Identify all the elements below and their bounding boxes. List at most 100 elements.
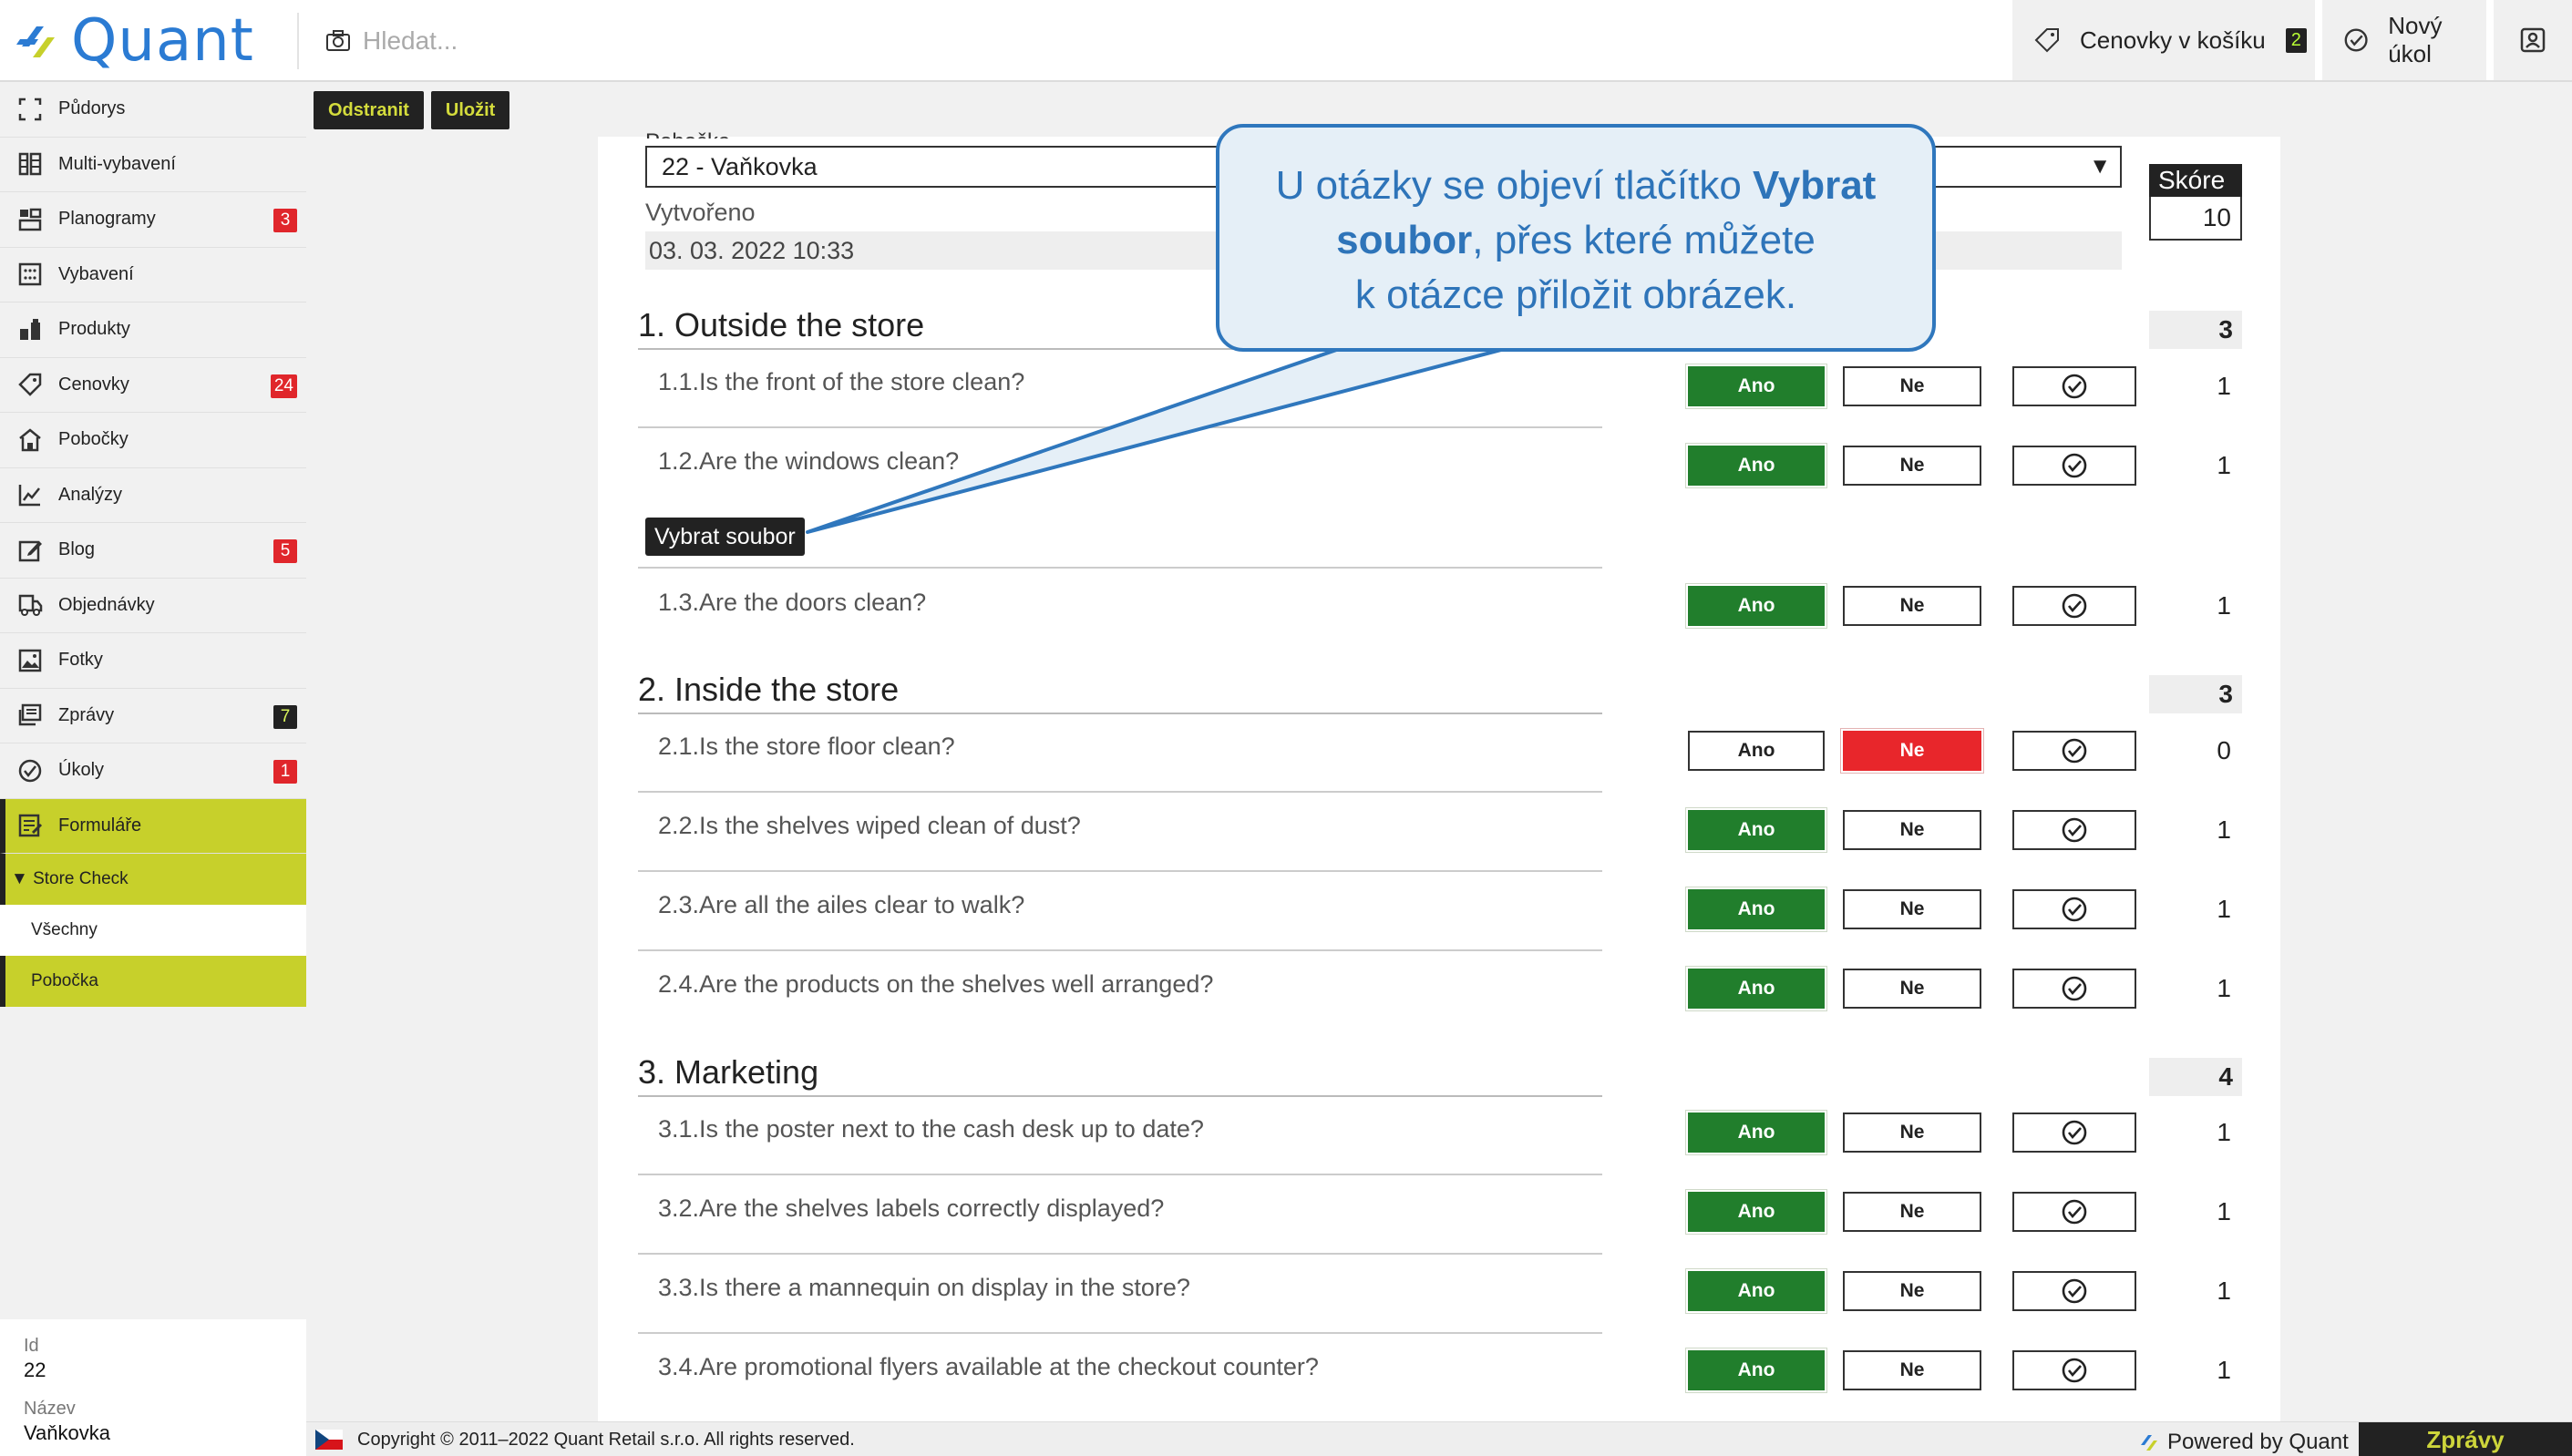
yes-button[interactable]: Ano xyxy=(1688,889,1825,929)
save-button[interactable]: Uložit xyxy=(430,91,510,129)
sidebar-subitem-vsechny[interactable]: Všechny xyxy=(0,905,306,956)
no-button[interactable]: Ne xyxy=(1843,731,1981,771)
confirm-button[interactable] xyxy=(2012,969,2136,1009)
search-input[interactable] xyxy=(363,26,910,56)
yes-button[interactable]: Ano xyxy=(1688,1192,1825,1232)
sidebar-item-label: Vybavení xyxy=(58,263,134,284)
messages-button[interactable]: Zprávy xyxy=(2359,1422,2572,1456)
sidebar-item-ukoly[interactable]: Úkoly 1 xyxy=(0,743,306,799)
sidebar-item-objednavky[interactable]: Objednávky xyxy=(0,579,306,633)
czech-flag-icon[interactable] xyxy=(315,1430,343,1450)
dropdown-arrow-icon: ▼ xyxy=(2089,154,2111,179)
no-button[interactable]: Ne xyxy=(1843,969,1981,1009)
confirm-button[interactable] xyxy=(2012,586,2136,626)
grid-icon xyxy=(16,261,44,288)
check-circle-icon xyxy=(2344,28,2368,52)
choose-file-button[interactable]: Vybrat soubor xyxy=(645,518,805,556)
confirm-button[interactable] xyxy=(2012,1192,2136,1232)
branch-label: Pobočka xyxy=(645,129,730,138)
record-info-panel: Id 22 Název Vaňkovka xyxy=(0,1319,306,1456)
section-score: 4 xyxy=(2149,1058,2242,1096)
no-button[interactable]: Ne xyxy=(1843,1113,1981,1153)
confirm-button[interactable] xyxy=(2012,1350,2136,1390)
quant-logo[interactable]: Quant xyxy=(16,7,254,75)
yes-button[interactable]: Ano xyxy=(1688,731,1825,771)
yes-button[interactable]: Ano xyxy=(1688,586,1825,626)
created-label: Vytvořeno xyxy=(645,199,756,226)
check-circle-icon xyxy=(2062,1278,2087,1304)
check-circle-icon xyxy=(2062,593,2087,619)
ukoly-badge: 1 xyxy=(273,760,297,784)
cart-count-badge: 2 xyxy=(2285,27,2307,53)
yes-button[interactable]: Ano xyxy=(1688,1271,1825,1311)
confirm-button[interactable] xyxy=(2012,446,2136,486)
cenovky-badge: 24 xyxy=(270,374,297,398)
confirm-button[interactable] xyxy=(2012,366,2136,406)
search-bar[interactable] xyxy=(324,22,962,60)
zpravy-badge: 7 xyxy=(273,704,297,729)
new-task-button[interactable]: Nový úkol xyxy=(2322,0,2486,80)
question-score: 1 xyxy=(2217,895,2231,923)
user-profile-button[interactable] xyxy=(2494,0,2572,80)
sidebar-item-label: Analýzy xyxy=(58,484,123,505)
sidebar-item-vybaveni[interactable]: Vybavení xyxy=(0,248,306,302)
sidebar-item-pudorys[interactable]: Půdorys xyxy=(0,82,306,138)
cart-price-tags-button[interactable]: Cenovky v košíku 2 xyxy=(2012,0,2315,80)
quant-logo-icon xyxy=(2141,1435,2157,1451)
sidebar-item-zpravy[interactable]: Zprávy 7 xyxy=(0,689,306,743)
sidebar-item-formulare[interactable]: Formuláře xyxy=(0,798,306,854)
sidebar-item-label: Multi-vybavení xyxy=(58,153,176,174)
branch-select-value: 22 - Vaňkovka xyxy=(662,153,818,180)
divider xyxy=(638,567,1602,569)
check-circle-icon xyxy=(2062,1358,2087,1383)
sidebar-item-label: Objednávky xyxy=(58,594,155,615)
yes-button[interactable]: Ano xyxy=(1688,446,1825,486)
check-circle-icon xyxy=(2062,976,2087,1001)
no-button[interactable]: Ne xyxy=(1843,1192,1981,1232)
yes-button[interactable]: Ano xyxy=(1688,969,1825,1009)
no-button[interactable]: Ne xyxy=(1843,1350,1981,1390)
confirm-button[interactable] xyxy=(2012,731,2136,771)
callout-line: k otázce přiložit obrázek. xyxy=(1354,272,1797,317)
yes-button[interactable]: Ano xyxy=(1688,1350,1825,1390)
no-button[interactable]: Ne xyxy=(1843,1271,1981,1311)
divider xyxy=(638,791,1602,793)
callout-bold-text: Vybrat xyxy=(1753,163,1877,208)
sidebar-item-planogramy[interactable]: Planogramy 3 xyxy=(0,192,306,248)
no-button[interactable]: Ne xyxy=(1843,446,1981,486)
sidebar-item-analyzy[interactable]: Analýzy xyxy=(0,468,306,523)
planogramy-badge: 3 xyxy=(273,209,297,232)
sidebar-item-produkty[interactable]: Produkty xyxy=(0,302,306,358)
confirm-button[interactable] xyxy=(2012,810,2136,850)
sidebar-subitem-pobocka[interactable]: Pobočka xyxy=(0,956,306,1007)
question-score: 1 xyxy=(2217,974,2231,1002)
yes-button[interactable]: Ano xyxy=(1688,810,1825,850)
divider xyxy=(638,949,1602,951)
no-button[interactable]: Ne xyxy=(1843,586,1981,626)
check-circle-icon xyxy=(2062,1120,2087,1145)
no-button[interactable]: Ne xyxy=(1843,889,1981,929)
tutorial-callout: U otázky se objeví tlačítko Vybrat soubo… xyxy=(1216,124,1936,352)
sidebar-item-cenovky[interactable]: Cenovky 24 xyxy=(0,358,306,413)
sidebar-group-store-check[interactable]: ▼ Store Check xyxy=(0,854,306,905)
confirm-button[interactable] xyxy=(2012,1113,2136,1153)
yes-button[interactable]: Ano xyxy=(1688,1113,1825,1153)
sidebar-item-label: Planogramy xyxy=(58,209,156,230)
sidebar-item-blog[interactable]: Blog 5 xyxy=(0,523,306,579)
question-text: 2.3.Are all the ailes clear to walk? xyxy=(658,891,1025,918)
sidebar-item-pobocky[interactable]: Pobočky xyxy=(0,413,306,468)
confirm-button[interactable] xyxy=(2012,889,2136,929)
delete-button[interactable]: Odstranit xyxy=(314,91,424,129)
chart-icon xyxy=(16,481,44,508)
sidebar-item-label: Fotky xyxy=(58,650,103,671)
sidebar-item-fotky[interactable]: Fotky xyxy=(0,633,306,689)
blog-badge: 5 xyxy=(273,539,297,563)
question-text: 3.4.Are promotional flyers available at … xyxy=(658,1353,1319,1380)
no-button[interactable]: Ne xyxy=(1843,366,1981,406)
camera-icon[interactable] xyxy=(324,27,352,55)
yes-button[interactable]: Ano xyxy=(1688,366,1825,406)
confirm-button[interactable] xyxy=(2012,1271,2136,1311)
sidebar-item-multi-vybaveni[interactable]: Multi-vybavení xyxy=(0,138,306,192)
score-value: 10 xyxy=(2149,197,2242,241)
no-button[interactable]: Ne xyxy=(1843,810,1981,850)
